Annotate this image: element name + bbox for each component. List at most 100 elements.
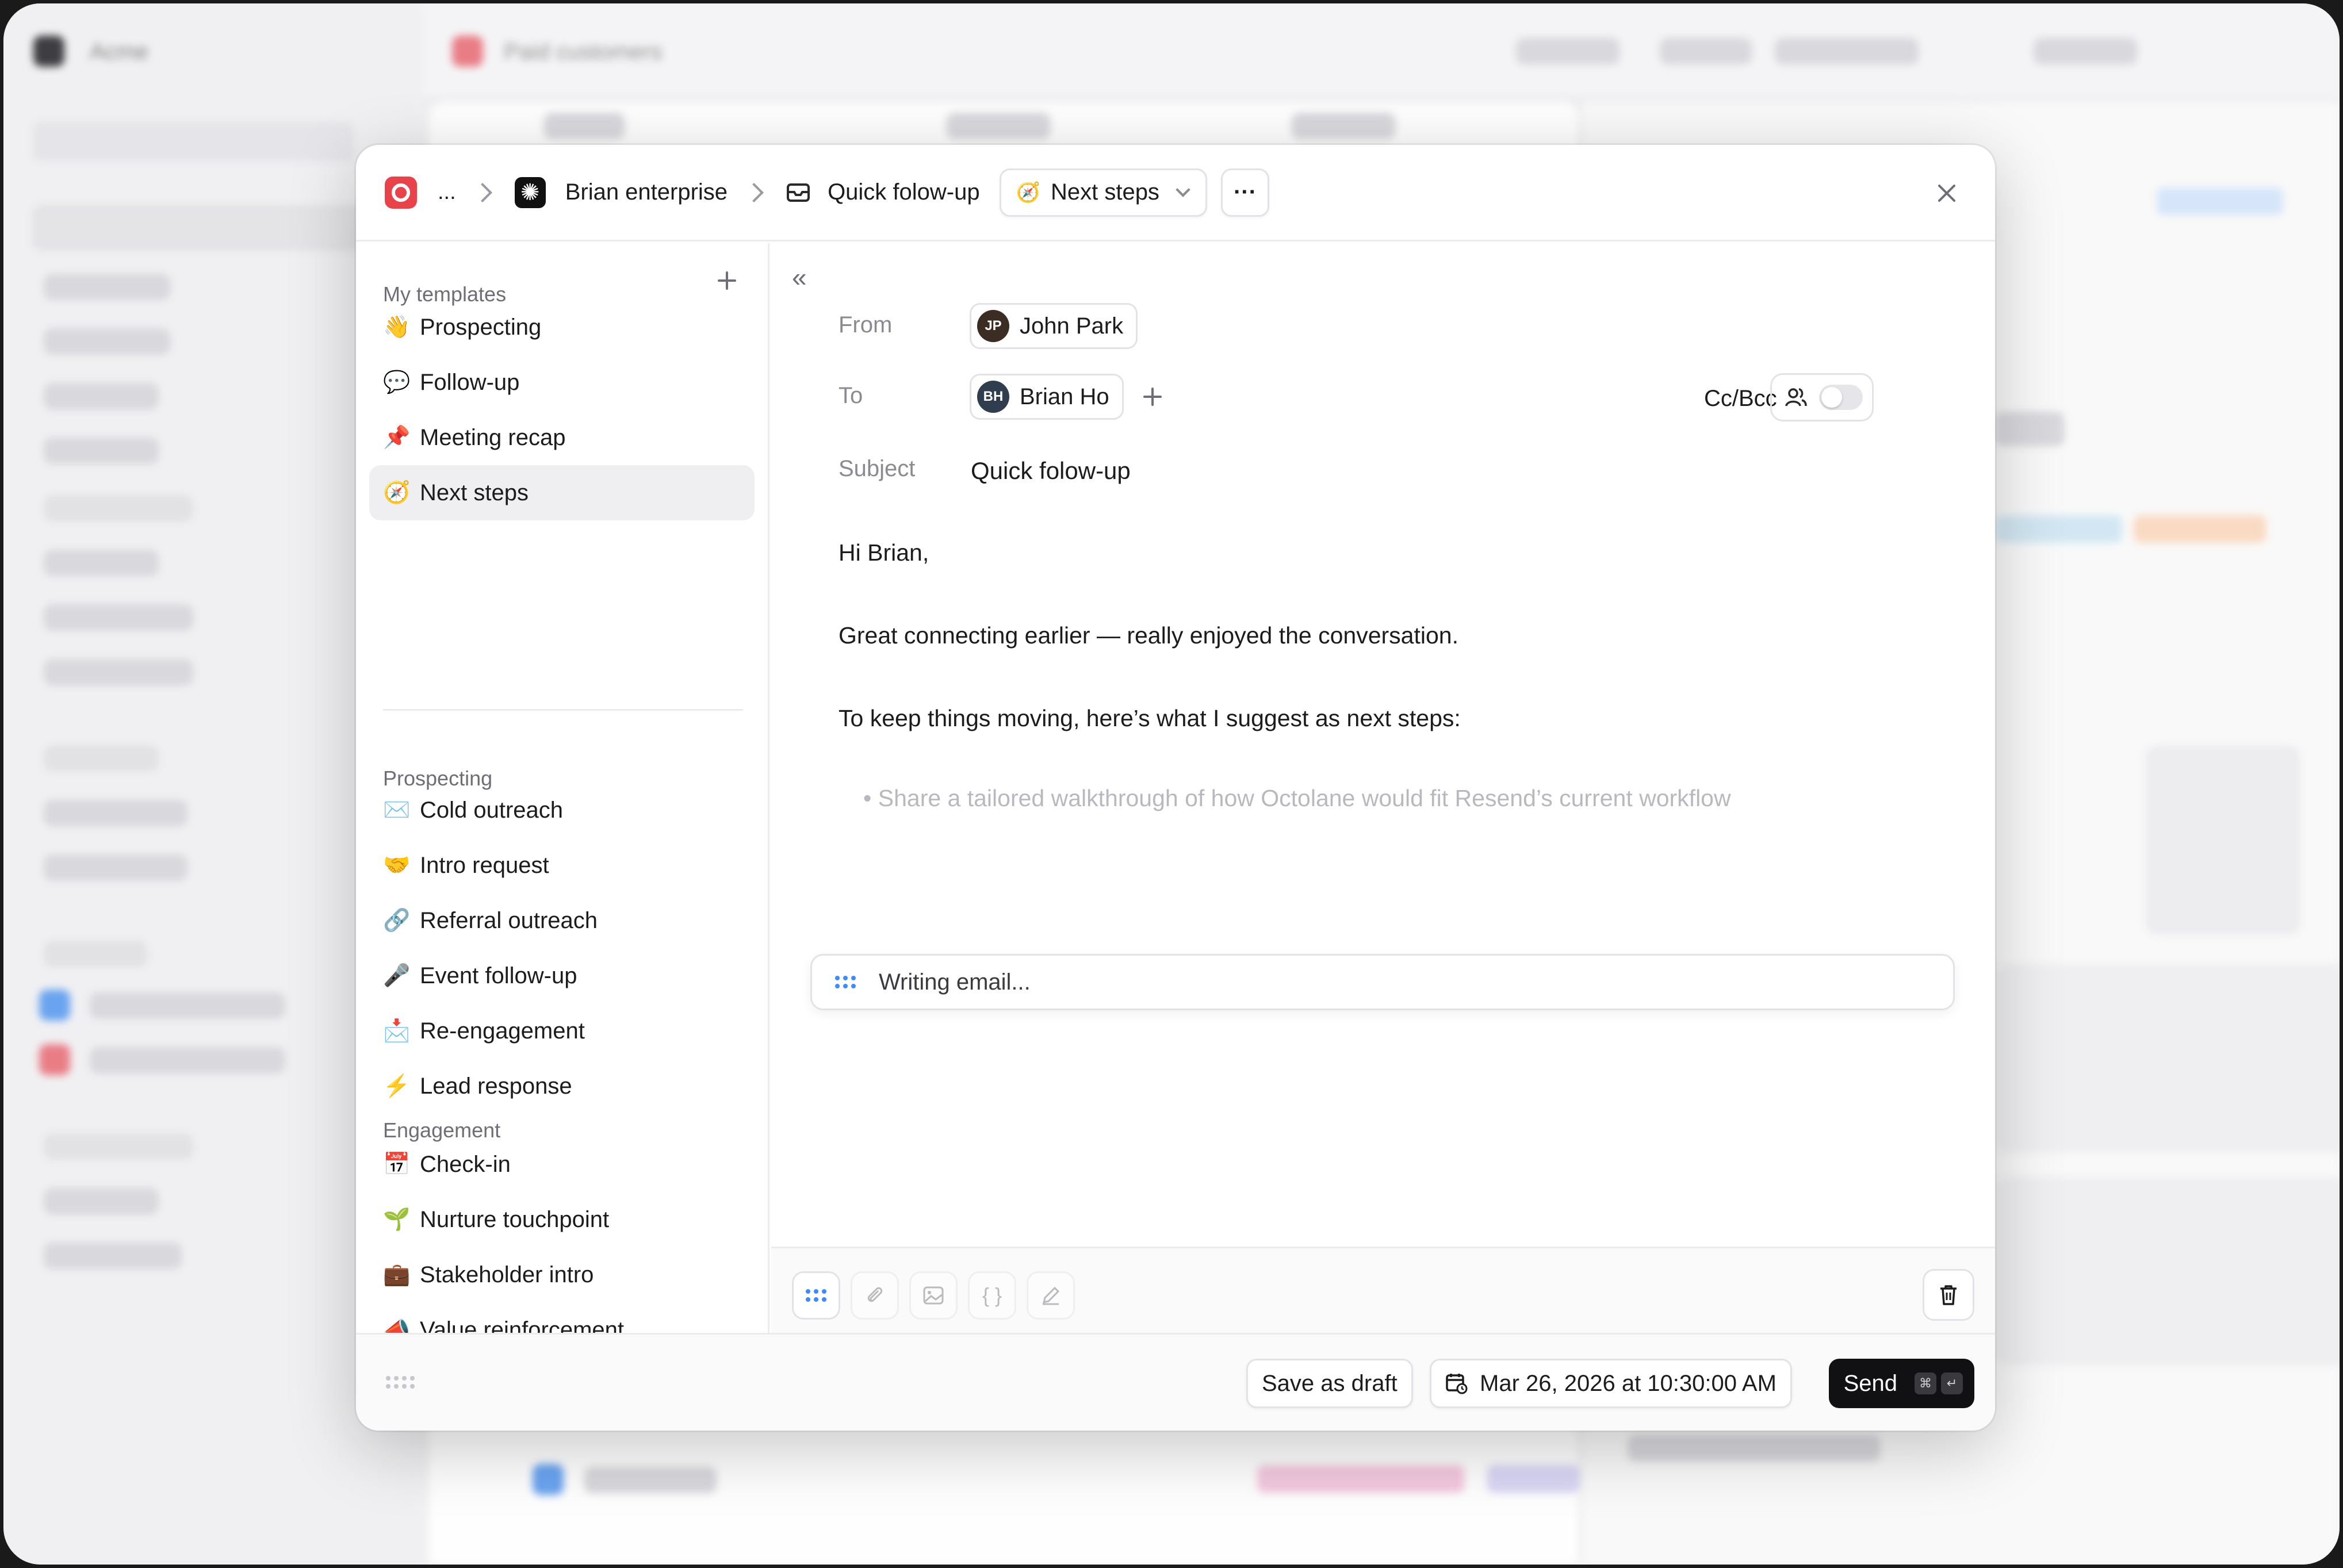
template-selector-label: Next steps	[1050, 179, 1159, 205]
app-window: Acme Paid customers ... ✺ Brian enterpri…	[3, 3, 2340, 1565]
breadcrumb: ... ✺ Brian enterprise Quick folow-up 🧭 …	[385, 168, 1269, 217]
to-recipient-chip[interactable]: BH Brian Ho	[970, 374, 1124, 420]
pushpin-icon: 📌	[383, 425, 411, 450]
template-label: Nurture touchpoint	[420, 1206, 610, 1232]
drag-handle-icon[interactable]	[386, 1376, 415, 1389]
background-topbar: Paid customers	[423, 3, 2340, 101]
seedling-icon: 🌱	[383, 1207, 411, 1232]
template-label: Intro request	[420, 852, 549, 878]
add-recipient-button[interactable]	[1142, 380, 1163, 415]
cc-bcc-label[interactable]: Cc/Bcc	[1704, 386, 1777, 412]
ai-sparkle-icon	[835, 976, 856, 988]
template-event-follow-up[interactable]: 🎤 Event follow-up	[369, 948, 755, 1003]
template-intro-request[interactable]: 🤝 Intro request	[369, 838, 755, 893]
breadcrumb-ellipsis[interactable]: ...	[438, 180, 456, 205]
insert-variable-button[interactable]: { }	[968, 1271, 1016, 1320]
template-label: Follow-up	[420, 369, 520, 395]
template-prospecting[interactable]: 👋 Prospecting	[369, 300, 755, 355]
speech-bubble-icon: 💬	[383, 370, 411, 394]
template-label: Meeting recap	[420, 424, 566, 450]
cc-bcc-toggle-group[interactable]	[1770, 373, 1874, 421]
collapse-sidebar-icon[interactable]: «	[792, 262, 807, 293]
template-label: Lead response	[420, 1073, 572, 1099]
email-body-bullet: • Share a tailored walkthrough of how Oc…	[863, 785, 1731, 811]
from-label: From	[839, 312, 893, 338]
template-lead-response[interactable]: ⚡ Lead response	[369, 1059, 755, 1114]
template-meeting-recap[interactable]: 📌 Meeting recap	[369, 410, 755, 465]
link-icon: 🔗	[383, 908, 411, 933]
image-icon	[923, 1286, 944, 1305]
handshake-icon: 🤝	[383, 853, 411, 877]
templates-sidebar: My templates 👋 Prospecting 💬 Follow-up 📌 Me…	[356, 243, 769, 1333]
compass-icon: 🧭	[1016, 181, 1040, 204]
email-body-line[interactable]: Hi Brian,	[839, 539, 929, 566]
microphone-icon: 🎤	[383, 964, 411, 988]
ai-dots-icon	[806, 1289, 826, 1302]
template-follow-up[interactable]: 💬 Follow-up	[369, 355, 755, 410]
plus-icon	[1143, 388, 1162, 406]
chevron-right-icon	[472, 182, 492, 202]
signature-button[interactable]	[1027, 1271, 1075, 1320]
envelope-icon: ✉️	[383, 798, 411, 822]
cc-bcc-toggle[interactable]	[1819, 385, 1863, 410]
email-body-line[interactable]: To keep things moving, here’s what I sug…	[839, 705, 1461, 732]
breadcrumb-email-title[interactable]: Quick folow-up	[828, 179, 980, 205]
send-button[interactable]: Send ⌘ ↵	[1828, 1359, 1974, 1408]
subject-label: Subject	[839, 456, 916, 481]
template-label: Next steps	[420, 480, 529, 505]
more-options-button[interactable]: ···	[1220, 168, 1269, 217]
delete-draft-button[interactable]	[1923, 1269, 1974, 1321]
template-label: Re-engagement	[420, 1018, 585, 1044]
template-label: Cold outreach	[420, 797, 564, 823]
mail-icon	[786, 183, 810, 202]
email-body-line[interactable]: Great connecting earlier — really enjoye…	[839, 622, 1458, 649]
ai-assist-button[interactable]	[792, 1271, 840, 1320]
template-re-engagement[interactable]: 📩 Re-engagement	[369, 1003, 755, 1059]
avatar: JP	[977, 310, 1009, 342]
compose-email-modal: ... ✺ Brian enterprise Quick folow-up 🧭 …	[356, 145, 1995, 1431]
from-sender-name: John Park	[1020, 313, 1124, 339]
avatar: BH	[977, 381, 1009, 413]
pen-icon	[1042, 1286, 1060, 1305]
save-draft-button[interactable]: Save as draft	[1246, 1359, 1413, 1408]
subject-input[interactable]: Quick folow-up	[971, 457, 1131, 485]
to-label: To	[839, 383, 863, 408]
users-icon	[1785, 388, 1807, 407]
close-icon	[1938, 185, 1955, 202]
template-value-reinforcement[interactable]: 📣 Value reinforcement	[369, 1302, 755, 1333]
template-selector[interactable]: 🧭 Next steps	[999, 168, 1207, 217]
schedule-send-button[interactable]: Mar 26, 2026 at 10:30:00 AM	[1430, 1359, 1792, 1408]
add-template-button[interactable]	[713, 266, 741, 295]
template-nurture-touchpoint[interactable]: 🌱 Nurture touchpoint	[369, 1192, 755, 1247]
breadcrumb-account[interactable]: Brian enterprise	[565, 179, 728, 205]
insert-image-button[interactable]	[909, 1271, 958, 1320]
plus-icon	[718, 271, 736, 290]
trash-icon	[1940, 1285, 1957, 1305]
template-check-in[interactable]: 📅 Check-in	[369, 1137, 755, 1192]
template-cold-outreach[interactable]: ✉️ Cold outreach	[369, 783, 755, 838]
braces-icon: { }	[982, 1283, 1002, 1307]
template-next-steps[interactable]: 🧭 Next steps	[369, 465, 755, 520]
app-logo-icon[interactable]	[385, 176, 417, 209]
megaphone-icon: 📣	[383, 1318, 411, 1333]
compose-pane: « From JP John Park To BH Brian Ho Cc/Bc…	[771, 243, 1995, 1333]
editor-toolbar: { }	[771, 1247, 1995, 1333]
chevron-down-icon	[1176, 182, 1190, 197]
template-label: Check-in	[420, 1151, 511, 1177]
background-app-name: Acme	[90, 39, 149, 64]
modal-footer: Save as draft Mar 26, 2026 at 10:30:00 A…	[356, 1333, 1995, 1431]
template-stakeholder-intro[interactable]: 💼 Stakeholder intro	[369, 1247, 755, 1302]
compass-icon: 🧭	[383, 481, 411, 505]
more-icon: ···	[1233, 179, 1257, 205]
lightning-icon: ⚡	[383, 1074, 411, 1098]
schedule-datetime: Mar 26, 2026 at 10:30:00 AM	[1480, 1370, 1777, 1396]
from-sender-chip[interactable]: JP John Park	[970, 303, 1138, 349]
background-page-title: Paid customers	[504, 39, 663, 64]
template-label: Value reinforcement	[420, 1317, 624, 1333]
template-label: Event follow-up	[420, 963, 577, 988]
template-referral-outreach[interactable]: 🔗 Referral outreach	[369, 893, 755, 948]
close-button[interactable]	[1931, 177, 1963, 209]
writing-status-bar: Writing email...	[810, 954, 1955, 1010]
to-recipient-name: Brian Ho	[1020, 384, 1109, 409]
attach-button[interactable]	[851, 1271, 899, 1320]
